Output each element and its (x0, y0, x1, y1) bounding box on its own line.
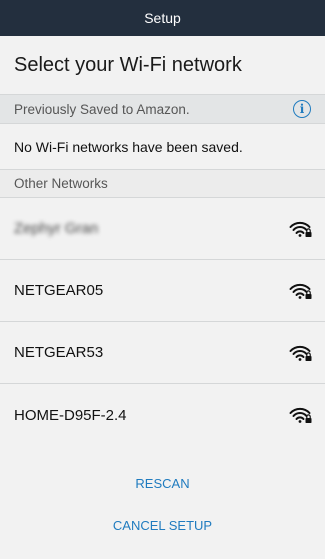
network-name: NETGEAR05 (14, 282, 104, 299)
other-networks-header: Other Networks (0, 169, 325, 198)
saved-networks-label: Previously Saved to Amazon. (14, 101, 190, 117)
setup-actions: RESCAN CANCEL SETUP (0, 466, 325, 536)
other-networks-label: Other Networks (14, 176, 108, 191)
network-name: Zephyr Gran (14, 220, 99, 237)
network-item[interactable]: NETGEAR05 (0, 260, 325, 322)
network-list: Zephyr Gran NETGEAR05 NETGEAR53 HOME-D95… (0, 198, 325, 446)
secured-wifi-icon (289, 221, 312, 237)
cancel-setup-button[interactable]: CANCEL SETUP (0, 515, 325, 536)
secured-wifi-icon (289, 283, 312, 299)
page-title: Select your Wi-Fi network (0, 36, 325, 94)
network-item[interactable]: NETGEAR53 (0, 322, 325, 384)
network-item[interactable]: Zephyr Gran (0, 198, 325, 260)
secured-wifi-icon (289, 345, 312, 361)
title-bar: Setup (0, 0, 325, 36)
saved-networks-header: Previously Saved to Amazon. i (0, 94, 325, 124)
saved-networks-empty-message: No Wi-Fi networks have been saved. (0, 124, 325, 169)
network-name: NETGEAR53 (14, 344, 104, 361)
title-bar-text: Setup (144, 10, 181, 26)
network-item[interactable]: HOME-D95F-2.4 (0, 384, 325, 446)
secured-wifi-icon (289, 407, 312, 423)
rescan-button[interactable]: RESCAN (0, 473, 325, 494)
info-icon[interactable]: i (293, 100, 311, 118)
network-name: HOME-D95F-2.4 (14, 406, 127, 424)
